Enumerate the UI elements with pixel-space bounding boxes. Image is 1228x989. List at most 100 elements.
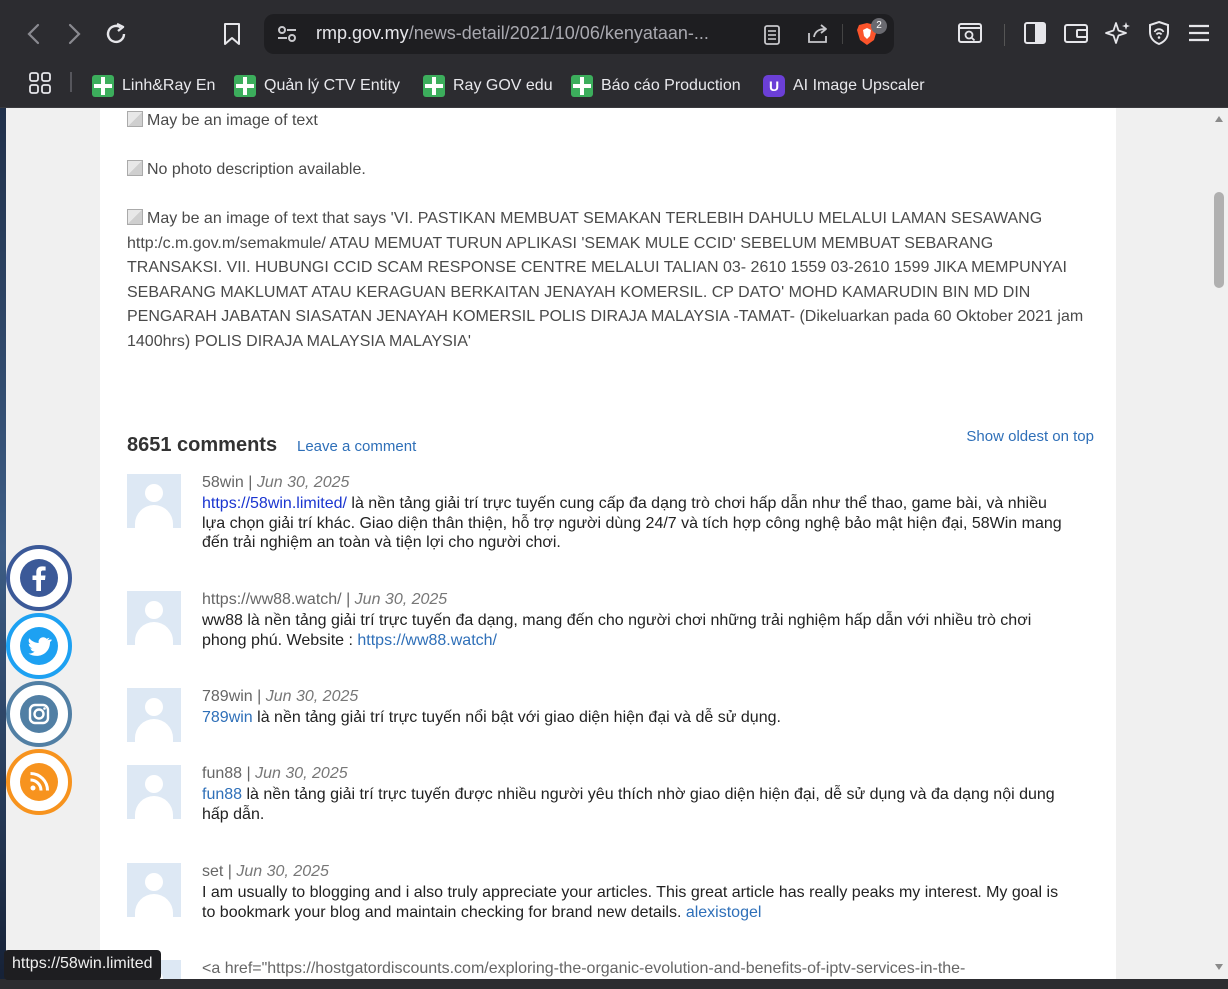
comment-date: Jun 30, 2025: [236, 863, 329, 880]
comment-author: 58win: [202, 474, 244, 491]
comment-meta: set | Jun 30, 2025: [202, 863, 329, 881]
tab-search-icon: [958, 23, 982, 43]
article-body: May be an image of text No photo descrip…: [100, 108, 1116, 979]
scroll-down-icon[interactable]: [1215, 964, 1223, 970]
window-bottom-edge: [0, 979, 1228, 989]
comment-date: Jun 30, 2025: [354, 591, 448, 608]
sidebar-toggle-button[interactable]: [1022, 20, 1048, 46]
bookmark-linh-ray-en[interactable]: Linh&Ray En: [92, 70, 215, 102]
green-plus-icon: [92, 75, 114, 97]
bookmark-ray-gov-edu[interactable]: Ray GOV edu: [423, 70, 553, 102]
avatar: [127, 765, 181, 819]
share-icon[interactable]: [806, 23, 830, 45]
comment-author[interactable]: https://ww88.watch/: [202, 591, 342, 608]
bookmark-button[interactable]: [216, 18, 248, 50]
comment-date: Jun 30, 2025: [255, 765, 348, 782]
comment-text: ww88 là nền tảng giải trí trực tuyến đa …: [202, 611, 1072, 650]
broken-image-icon: [127, 160, 143, 176]
meta-separator: |: [243, 474, 257, 491]
image-alt-text: May be an image of text: [147, 112, 318, 129]
bookmark-label: Báo cáo Production: [601, 77, 741, 94]
comment-text: https://58win.limited/ là nền tảng giải …: [202, 494, 1072, 553]
avatar: [127, 863, 181, 917]
facebook-icon: [20, 559, 58, 597]
comment-date: Jun 30, 2025: [256, 474, 350, 491]
article-image-3: May be an image of text that says 'VI. P…: [127, 207, 1087, 354]
forward-button[interactable]: [58, 18, 90, 50]
vertical-scrollbar[interactable]: [1210, 108, 1228, 979]
instagram-icon: [20, 695, 58, 733]
meta-separator: |: [252, 688, 266, 705]
leave-comment-link[interactable]: Leave a comment: [297, 438, 416, 455]
bookmarks-bar: Linh&Ray En Quản lý CTV Entity Ray GOV e…: [0, 66, 1228, 108]
comment-link[interactable]: alexistogel: [686, 904, 762, 921]
wallet-icon: [1064, 24, 1088, 43]
comment-link[interactable]: https://58win.limited/: [202, 495, 347, 512]
meta-separator: |: [242, 765, 256, 782]
avatar: [127, 688, 181, 742]
chevron-right-icon: [68, 23, 81, 45]
article-image-1: May be an image of text: [127, 109, 1087, 134]
sidebar-icon: [1024, 22, 1046, 44]
url-path: /news-detail/2021/10/06/kenyataan-...: [408, 23, 709, 43]
twitter-share-button[interactable]: [6, 613, 72, 679]
bookmark-bao-cao-production[interactable]: Báo cáo Production: [571, 70, 741, 102]
bookmark-quan-ly-ctv[interactable]: Quản lý CTV Entity: [234, 70, 400, 102]
apps-button[interactable]: [27, 70, 53, 96]
shield-icon: [1149, 20, 1169, 46]
reload-button[interactable]: [100, 18, 132, 50]
link-status-bubble: https://58win.limited: [4, 950, 161, 980]
image-alt-text: No photo description available.: [147, 161, 366, 178]
rss-feed-button[interactable]: [6, 749, 72, 815]
facebook-share-button[interactable]: [6, 545, 72, 611]
comment-body-text: là nền tảng giải trí trực tuyến được nhi…: [202, 786, 1055, 823]
address-bar[interactable]: rmp.gov.my/news-detail/2021/10/06/kenyat…: [264, 14, 894, 54]
broken-image-icon: [127, 209, 143, 225]
bookmark-label: Ray GOV edu: [453, 77, 553, 94]
comment-meta: https://ww88.watch/ | Jun 30, 2025: [202, 591, 447, 609]
avatar: [127, 474, 181, 528]
comment-author: fun88: [202, 765, 243, 782]
search-tab-button[interactable]: [956, 20, 984, 46]
comment-body-text: I am usually to blogging and i also trul…: [202, 884, 1059, 921]
comment-body-text: ww88 là nền tảng giải trí trực tuyến đa …: [202, 612, 1032, 649]
bookmark-label: Linh&Ray En: [122, 77, 216, 94]
url-text[interactable]: rmp.gov.my/news-detail/2021/10/06/kenyat…: [316, 23, 709, 44]
back-button[interactable]: [18, 18, 50, 50]
meta-separator: |: [223, 863, 237, 880]
url-domain: rmp.gov.my: [316, 23, 409, 43]
apps-grid-icon: [29, 72, 51, 94]
bookmark-label: AI Image Upscaler: [793, 77, 925, 94]
comment-link[interactable]: https://ww88.watch/: [357, 632, 497, 649]
comments-count: 8651 comments: [127, 434, 278, 456]
meta-separator: |: [341, 591, 355, 608]
comment-author: 789win: [202, 688, 253, 705]
green-plus-icon: [423, 75, 445, 97]
vpn-button[interactable]: [1146, 20, 1172, 46]
scroll-up-icon[interactable]: [1215, 116, 1223, 122]
comment-link[interactable]: fun88: [202, 786, 242, 803]
comment-meta: 789win | Jun 30, 2025: [202, 688, 358, 706]
comment-date: Jun 30, 2025: [265, 688, 359, 705]
comment-text: 789win là nền tảng giải trí trực tuyến n…: [202, 708, 1072, 728]
comment-link[interactable]: 789win: [202, 709, 253, 726]
scrollbar-thumb[interactable]: [1214, 192, 1224, 288]
wallet-button[interactable]: [1062, 20, 1090, 46]
sort-oldest-link[interactable]: Show oldest on top: [966, 428, 1094, 445]
urlbar-divider: [842, 24, 843, 44]
comment-meta: 58win | Jun 30, 2025: [202, 474, 349, 492]
bookmark-ai-image-upscaler[interactable]: U AI Image Upscaler: [763, 70, 925, 102]
bookmark-icon: [224, 23, 240, 45]
comment-meta: fun88 | Jun 30, 2025: [202, 765, 348, 783]
ai-upscaler-icon: U: [763, 75, 785, 97]
sparkle-icon: [1105, 22, 1130, 44]
hamburger-menu-icon: [1189, 24, 1209, 42]
instagram-share-button[interactable]: [6, 681, 72, 747]
shields-count-badge: 2: [871, 18, 887, 34]
site-settings-icon[interactable]: [276, 24, 298, 44]
reader-mode-icon[interactable]: [762, 24, 782, 46]
green-plus-icon: [234, 75, 256, 97]
leo-ai-button[interactable]: [1104, 20, 1132, 46]
main-menu-button[interactable]: [1186, 20, 1212, 46]
image-alt-text: May be an image of text that says 'VI. P…: [127, 210, 1084, 350]
